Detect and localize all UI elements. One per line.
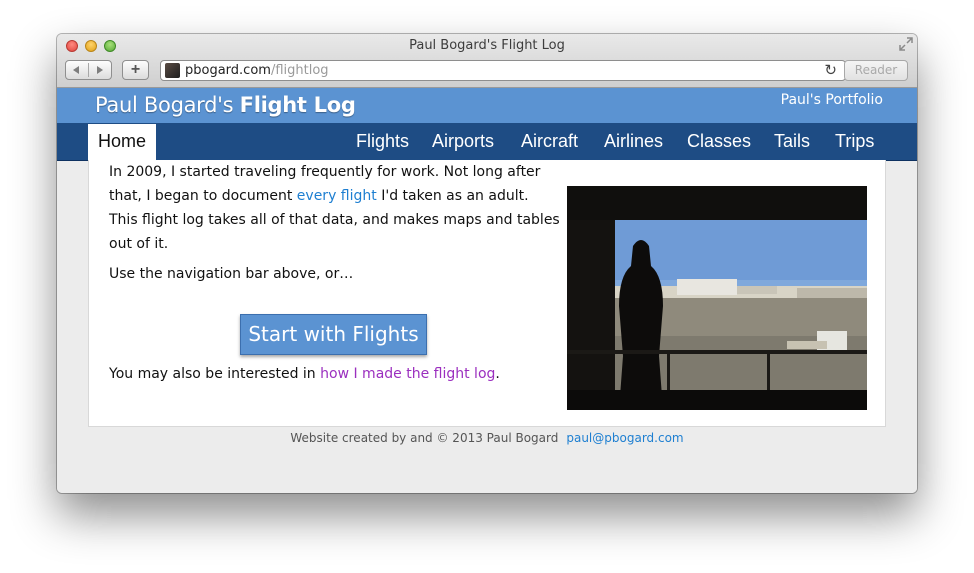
also-text-end: . [495, 366, 500, 382]
email-link[interactable]: paul@pbogard.com [566, 431, 683, 445]
reader-button[interactable]: Reader [844, 60, 908, 81]
site-header: Paul Bogard's Flight Log Paul's Portfoli… [57, 88, 917, 123]
nav-item-classes[interactable]: Classes [687, 124, 751, 160]
window-title: Paul Bogard's Flight Log [409, 38, 565, 53]
site-title-light: Paul Bogard's [95, 93, 234, 117]
reload-icon[interactable]: ↻ [824, 61, 837, 79]
site-title[interactable]: Paul Bogard's Flight Log [95, 93, 356, 117]
nav-item-flights[interactable]: Flights [356, 124, 409, 160]
site-favicon-icon [165, 63, 180, 78]
url-path: /flightlog [270, 63, 329, 78]
site-title-strong: Flight Log [239, 93, 356, 117]
address-bar[interactable]: pbogard.com/flightlog ↻ [160, 60, 846, 81]
start-with-flights-button[interactable]: Start with Flights [240, 314, 427, 355]
browser-toolbar: Paul Bogard's Flight Log + pbogard.com/f… [57, 34, 917, 88]
navigation-hint: Use the navigation bar above, or… [109, 266, 354, 282]
fullscreen-icon[interactable] [899, 37, 913, 51]
every-flight-link[interactable]: every flight [297, 188, 377, 204]
nav-item-home[interactable]: Home [88, 124, 156, 160]
back-arrow-icon[interactable] [73, 66, 79, 74]
nav-item-trips[interactable]: Trips [835, 124, 874, 160]
nav-item-aircraft[interactable]: Aircraft [521, 124, 578, 160]
url-domain: pbogard.com [185, 63, 271, 78]
url-text: pbogard.com/flightlog [185, 63, 329, 78]
content-panel: In 2009, I started traveling frequently … [88, 160, 886, 427]
site-footer: Website created by and © 2013 Paul Bogar… [57, 431, 917, 445]
also-interested-paragraph: You may also be interested in how I made… [109, 362, 561, 386]
page-viewport: Paul Bogard's Flight Log Paul's Portfoli… [57, 88, 917, 493]
back-forward-buttons [65, 60, 112, 80]
intro-paragraph: In 2009, I started traveling frequently … [109, 160, 561, 256]
portfolio-link[interactable]: Paul's Portfolio [781, 92, 883, 108]
nav-item-airports[interactable]: Airports [432, 124, 494, 160]
browser-window: Paul Bogard's Flight Log + pbogard.com/f… [57, 34, 917, 493]
forward-arrow-icon[interactable] [97, 66, 103, 74]
also-text: You may also be interested in [109, 366, 321, 382]
nav-item-airlines[interactable]: Airlines [604, 124, 663, 160]
how-i-made-link[interactable]: how I made the flight log [320, 366, 495, 382]
divider [88, 63, 89, 77]
airport-window-photo [567, 186, 867, 410]
copyright-text: Website created by and © 2013 Paul Bogar… [290, 431, 559, 445]
main-navigation: Home Flights Airports Aircraft Airlines … [57, 123, 917, 161]
new-tab-button[interactable]: + [122, 60, 149, 80]
nav-item-tails[interactable]: Tails [774, 124, 810, 160]
